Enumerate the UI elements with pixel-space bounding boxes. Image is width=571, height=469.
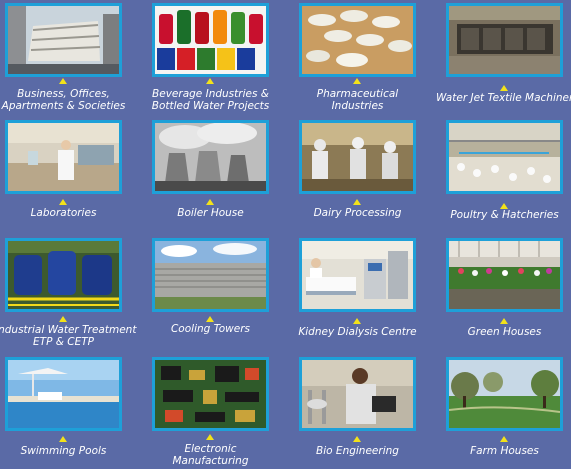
tile-label: Farm Houses	[470, 445, 539, 457]
tile-label: Pharmaceutical Industries	[316, 88, 399, 112]
arrow-marker	[206, 434, 214, 440]
building-photo	[5, 3, 122, 77]
arrow-marker	[500, 318, 508, 324]
arrow-marker	[206, 199, 214, 205]
tile-label: Electronic Manufacturing	[172, 443, 249, 467]
arrow-marker	[500, 85, 508, 91]
dairy-photo	[299, 120, 416, 194]
tile-label: Industrial Water Treatment ETP & CETP	[0, 324, 137, 348]
pills-photo	[299, 3, 416, 77]
arrow-marker	[353, 436, 361, 442]
tile-label: Laboratories	[30, 207, 97, 219]
water-treatment-photo	[5, 238, 122, 312]
bio-engineering-photo	[299, 357, 416, 431]
arrow-marker	[59, 436, 67, 442]
tile-label: Poultry & Hatcheries	[450, 209, 559, 221]
arrow-marker	[206, 78, 214, 84]
laboratory-photo	[5, 120, 122, 194]
tile-label: Cooling Towers	[170, 323, 251, 335]
arrow-marker	[353, 318, 361, 324]
arrow-marker	[353, 78, 361, 84]
farm-photo	[446, 357, 563, 431]
boiler-house-photo	[152, 120, 269, 194]
cooling-towers-photo	[152, 238, 269, 312]
tile-label: Swimming Pools	[20, 445, 107, 457]
tile-label: Water Jet Textile Machinery	[436, 92, 571, 104]
circuit-board-photo	[152, 357, 269, 431]
tile-label: Business, Offices, Apartments & Societies	[1, 88, 126, 112]
pool-photo	[5, 357, 122, 431]
tile-label: Boiler House	[177, 207, 244, 219]
poultry-photo	[446, 120, 563, 194]
arrow-marker	[353, 199, 361, 205]
arrow-marker	[59, 78, 67, 84]
tile-label: Dairy Processing	[313, 207, 402, 219]
tile-label: Kidney Dialysis Centre	[298, 326, 417, 338]
arrow-marker	[206, 316, 214, 322]
tile-label: Bio Engineering	[316, 445, 399, 457]
tile-label: Green Houses	[467, 326, 542, 338]
greenhouse-photo	[446, 238, 563, 312]
bottles-photo	[152, 3, 269, 77]
arrow-marker	[500, 436, 508, 442]
tile-label: Beverage Industries & Bottled Water Proje…	[151, 88, 270, 112]
dialysis-photo	[299, 238, 416, 312]
arrow-marker	[59, 316, 67, 322]
arrow-marker	[59, 199, 67, 205]
textile-machinery-photo	[446, 3, 563, 77]
